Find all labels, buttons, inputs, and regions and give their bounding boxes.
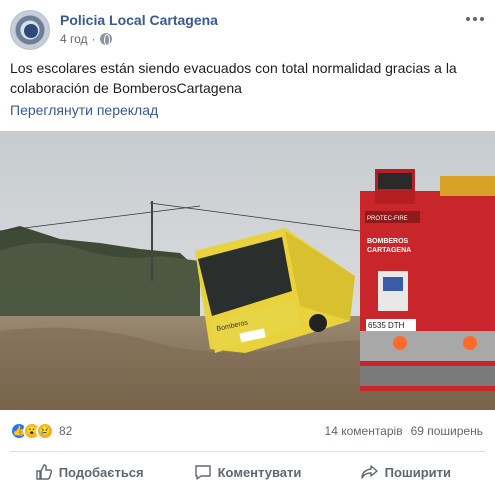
post-meta: 4 год · xyxy=(60,32,112,46)
comment-label: Коментувати xyxy=(217,464,302,480)
shares-count-link[interactable]: 69 поширень xyxy=(411,424,483,438)
truck-plate: 6535 DTH xyxy=(368,321,405,330)
post-text: Los escolares están siendo evacuados con… xyxy=(10,60,457,96)
page-avatar[interactable] xyxy=(10,10,50,50)
truck-side-label: BOMBEROS xyxy=(367,238,409,245)
flood-scene-image: Bomberos PROTEC-FIRE BOMBEROS CARTAGENA … xyxy=(0,131,495,410)
post-actions: Подобається Коментувати Поширити xyxy=(10,456,485,488)
like-button[interactable]: Подобається xyxy=(10,456,168,488)
like-label: Подобається xyxy=(58,464,144,480)
globe-icon[interactable] xyxy=(99,33,112,46)
engagement-counts: 14 коментарів 69 поширень xyxy=(325,424,483,438)
svg-text:CARTAGENA: CARTAGENA xyxy=(367,247,411,254)
facebook-post: Policia Local Cartagena 4 год · Los esco… xyxy=(0,0,495,498)
comments-count-link[interactable]: 14 коментарів xyxy=(325,424,403,438)
sad-reaction-icon: 😢 xyxy=(36,422,54,440)
page-name-link[interactable]: Policia Local Cartagena xyxy=(60,12,218,28)
share-button[interactable]: Поширити xyxy=(327,456,485,488)
fire-truck: PROTEC-FIRE BOMBEROS CARTAGENA 6535 DTH xyxy=(360,169,495,391)
post-header: Policia Local Cartagena 4 год · xyxy=(10,10,485,50)
post-photo[interactable]: Bomberos PROTEC-FIRE BOMBEROS CARTAGENA … xyxy=(0,131,495,410)
reactions-summary[interactable]: 👍 😮 😢 82 xyxy=(10,422,72,440)
share-label: Поширити xyxy=(384,464,452,480)
comment-icon xyxy=(194,465,211,480)
thumbs-up-icon xyxy=(36,464,52,480)
divider xyxy=(10,451,485,452)
post-time[interactable]: 4 год xyxy=(60,32,88,46)
see-translation-link[interactable]: Переглянути переклад xyxy=(10,102,158,118)
share-icon xyxy=(360,465,378,479)
badge-icon xyxy=(24,24,38,38)
truck-top-label: PROTEC-FIRE xyxy=(367,216,408,222)
post-stats: 👍 😮 😢 82 14 коментарів 69 поширень xyxy=(10,420,485,442)
reaction-count: 82 xyxy=(59,424,73,438)
more-options-icon[interactable] xyxy=(465,12,485,28)
comment-button[interactable]: Коментувати xyxy=(168,456,326,488)
